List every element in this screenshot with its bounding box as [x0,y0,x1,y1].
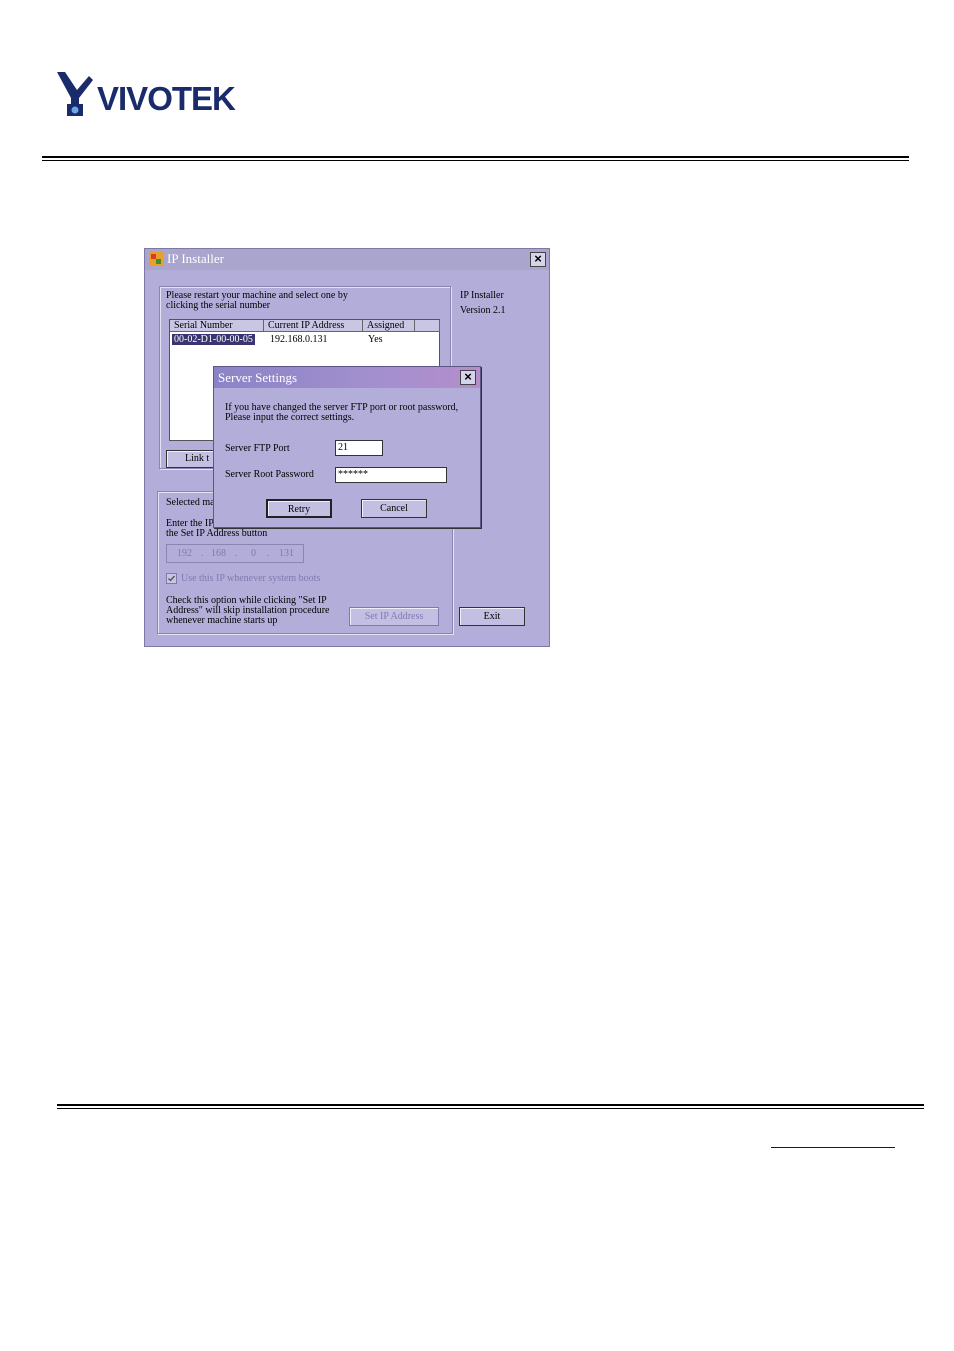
footer-divider [57,1104,924,1109]
brand-name: VIVOTEK [97,80,236,117]
footer-link[interactable] [771,1131,895,1148]
column-serial-number[interactable]: Serial Number [170,320,264,332]
ip-octet-3: 0 [251,548,256,559]
use-ip-checkbox[interactable] [166,573,177,584]
dialog-close-button[interactable]: × [460,370,476,385]
ftp-port-label: Server FTP Port [225,443,290,454]
cancel-button[interactable]: Cancel [361,499,427,518]
header-divider [42,156,909,161]
password-input[interactable]: ****** [335,467,447,483]
ip-dot-3: . [267,548,270,559]
ftp-port-input[interactable]: 21 [335,440,383,456]
column-assigned[interactable]: Assigned [363,320,415,332]
row-serial: 00-02-D1-00-00-05 [172,334,255,345]
close-button[interactable]: × [530,252,546,267]
ip-address-field[interactable]: 192 . 168 . 0 . 131 [166,544,304,563]
instruction-text: Please restart your machine and select o… [166,290,348,311]
ip-dot-2: . [235,548,238,559]
close-icon: × [464,369,472,384]
password-label: Server Root Password [225,469,314,480]
window-title: IP Installer [167,251,224,266]
version-block: IP Installer Version 2.1 [460,290,506,316]
dialog-message: If you have changed the server FTP port … [225,402,459,423]
close-icon: × [534,251,542,266]
set-ip-address-button[interactable]: Set IP Address [349,607,439,626]
exit-button[interactable]: Exit [459,607,525,626]
retry-button[interactable]: Retry [266,499,332,518]
selected-machine-label: Selected ma [166,497,215,508]
title-bar: IP Installer × [145,249,549,270]
ip-octet-1: 192 [177,548,192,559]
app-icon [149,252,163,266]
ip-octet-2: 168 [211,548,226,559]
note-text: Check this option while clicking "Set IP… [166,595,330,626]
ip-dot-1: . [201,548,204,559]
ip-octet-4: 131 [279,548,294,559]
vivotek-logo: VIVOTEK [55,70,270,120]
row-ip: 192.168.0.131 [270,334,328,345]
row-assigned: Yes [368,334,383,345]
use-ip-checkbox-label: Use this IP whenever system boots [181,573,321,584]
column-filler [415,320,440,332]
dialog-title-bar: Server Settings × [214,367,480,388]
check-icon [168,575,176,582]
column-current-ip[interactable]: Current IP Address [264,320,363,332]
dialog-title: Server Settings [218,370,298,385]
camera-logo-icon [57,72,93,116]
server-settings-dialog: Server Settings × If you have changed th… [213,366,481,528]
